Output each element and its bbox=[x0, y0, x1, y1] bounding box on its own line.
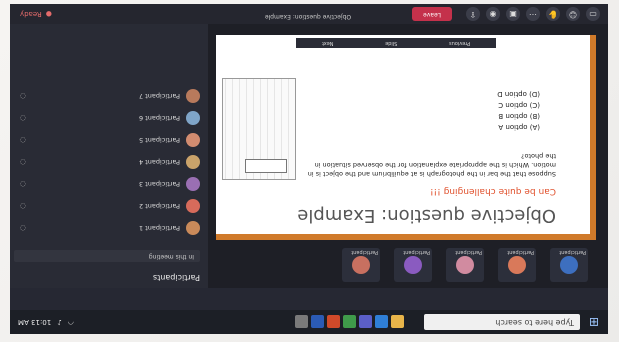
avatar bbox=[560, 256, 578, 274]
avatar bbox=[186, 155, 200, 170]
slide-title: Objective question: Example bbox=[297, 205, 556, 226]
avatar bbox=[186, 89, 200, 104]
pager-item[interactable]: Previous bbox=[449, 40, 470, 46]
slide-pager: Previous Slide Next bbox=[296, 38, 496, 48]
participant-row[interactable]: Participant 7 ◌ bbox=[18, 87, 200, 106]
system-tray: ◠ ♪ 10:13 AM bbox=[10, 318, 74, 326]
slide-accent-bar bbox=[216, 234, 596, 240]
slide-accent-bar-left bbox=[590, 35, 596, 240]
raise-hand-icon[interactable]: ✋ bbox=[546, 7, 560, 21]
teams-icon[interactable] bbox=[359, 315, 372, 329]
chrome-icon[interactable] bbox=[343, 315, 356, 329]
avatar bbox=[186, 221, 200, 236]
pager-item[interactable]: Slide bbox=[385, 40, 397, 46]
avatar bbox=[352, 256, 370, 274]
participant-row[interactable]: Participant 5 ◌ bbox=[18, 131, 200, 150]
word-icon[interactable] bbox=[311, 315, 324, 329]
slide-options: (A) option A (B) option B (C) option C (D) … bbox=[497, 88, 540, 132]
participant-name: Participant 3 bbox=[139, 180, 180, 189]
avatar bbox=[186, 111, 200, 126]
participants-panel: Participants In this meeting Participant… bbox=[10, 24, 208, 288]
leave-button[interactable]: Leave bbox=[412, 7, 452, 21]
participant-tiles: Participant Participant Participant Partici… bbox=[342, 248, 588, 282]
participant-name: Participant 1 bbox=[139, 224, 180, 233]
slide-subtitle: Can be quite challenging !!! bbox=[429, 186, 556, 196]
settings-icon[interactable] bbox=[295, 315, 308, 329]
slide-option: (A) option A bbox=[498, 123, 540, 131]
volume-icon[interactable]: ♪ bbox=[57, 318, 61, 326]
windows-start-icon[interactable]: ⊞ bbox=[586, 314, 602, 330]
participant-tile[interactable]: Participant bbox=[498, 248, 536, 282]
camera-icon[interactable]: ▣ bbox=[506, 7, 520, 21]
meeting-title-bar bbox=[10, 288, 608, 310]
wifi-icon[interactable]: ◠ bbox=[68, 318, 74, 326]
slide-option: (C) option C bbox=[498, 101, 540, 109]
participant-tile-name: Participant bbox=[351, 249, 378, 255]
taskbar-search-input[interactable]: Type here to search bbox=[424, 314, 580, 330]
chat-icon[interactable]: ▭ bbox=[586, 7, 600, 21]
avatar bbox=[404, 256, 422, 274]
participant-tile-name: Participant bbox=[455, 249, 482, 255]
mic-icon: ◌ bbox=[19, 202, 26, 211]
pager-item[interactable]: Next bbox=[322, 40, 334, 46]
taskbar-apps bbox=[295, 315, 404, 329]
share-icon[interactable]: ⇪ bbox=[466, 7, 480, 21]
participant-tile[interactable]: Participant bbox=[342, 248, 380, 282]
participants-header: Participants bbox=[153, 273, 200, 282]
status-icon: ● bbox=[45, 10, 52, 18]
clock[interactable]: 10:13 AM bbox=[18, 318, 51, 326]
meeting-stage: Participant Participant Participant Partici… bbox=[10, 24, 608, 288]
shared-slide: Objective question: Example Can be quite… bbox=[216, 35, 596, 240]
photo-sign bbox=[245, 159, 287, 173]
participant-tile-name: Participant bbox=[507, 249, 534, 255]
file-explorer-icon[interactable] bbox=[391, 315, 404, 329]
mic-icon[interactable]: ◉ bbox=[486, 7, 500, 21]
participant-name: Participant 5 bbox=[139, 136, 180, 145]
participant-tile-name: Participant bbox=[403, 249, 430, 255]
mic-icon: ◌ bbox=[19, 158, 26, 167]
status: ● Ready bbox=[20, 10, 52, 18]
participant-name: Participant 2 bbox=[139, 202, 180, 211]
slide-question: Suppose that the bar in the photograph i… bbox=[307, 152, 556, 178]
powerpoint-icon[interactable] bbox=[327, 315, 340, 329]
participant-tile[interactable]: Participant bbox=[550, 248, 588, 282]
people-icon[interactable]: ☺ bbox=[566, 7, 580, 21]
avatar bbox=[186, 177, 200, 192]
mic-icon: ◌ bbox=[19, 114, 26, 123]
participant-name: Participant 6 bbox=[139, 114, 180, 123]
participant-row[interactable]: Participant 2 ◌ bbox=[18, 197, 200, 216]
participant-row[interactable]: Participant 3 ◌ bbox=[18, 175, 200, 194]
more-icon[interactable]: ⋯ bbox=[526, 7, 540, 21]
participants-list: Participant 1 ◌ Participant 2 ◌ Participant … bbox=[18, 84, 200, 238]
participant-row[interactable]: Participant 4 ◌ bbox=[18, 153, 200, 172]
participant-tile[interactable]: Participant bbox=[446, 248, 484, 282]
participant-tile[interactable]: Participant bbox=[394, 248, 432, 282]
meeting-title: Objective question: Example bbox=[264, 13, 352, 20]
participant-name: Participant 4 bbox=[139, 158, 180, 167]
slide-photo bbox=[222, 78, 296, 180]
mic-icon: ◌ bbox=[19, 180, 26, 189]
status-text: Ready bbox=[20, 10, 42, 18]
edge-icon[interactable] bbox=[375, 315, 388, 329]
participant-name: Participant 7 bbox=[139, 92, 180, 101]
avatar bbox=[456, 256, 474, 274]
avatar bbox=[186, 133, 200, 148]
slide-option: (B) option B bbox=[498, 112, 540, 120]
mic-icon: ◌ bbox=[19, 224, 26, 233]
slide-option: (D) option D bbox=[497, 90, 540, 98]
avatar bbox=[186, 199, 200, 214]
avatar bbox=[508, 256, 526, 274]
participants-section[interactable]: In this meeting bbox=[14, 250, 200, 262]
participant-tile-name: Participant bbox=[559, 249, 586, 255]
participant-row[interactable]: Participant 1 ◌ bbox=[18, 219, 200, 238]
mic-icon: ◌ bbox=[19, 92, 26, 101]
windows-taskbar: ⊞ Type here to search ◠ ♪ 10:13 AM bbox=[10, 310, 608, 334]
mic-icon: ◌ bbox=[19, 136, 26, 145]
monitor-screen: ⊞ Type here to search ◠ ♪ 10:13 AM Parti… bbox=[10, 4, 608, 334]
participant-row[interactable]: Participant 6 ◌ bbox=[18, 109, 200, 128]
